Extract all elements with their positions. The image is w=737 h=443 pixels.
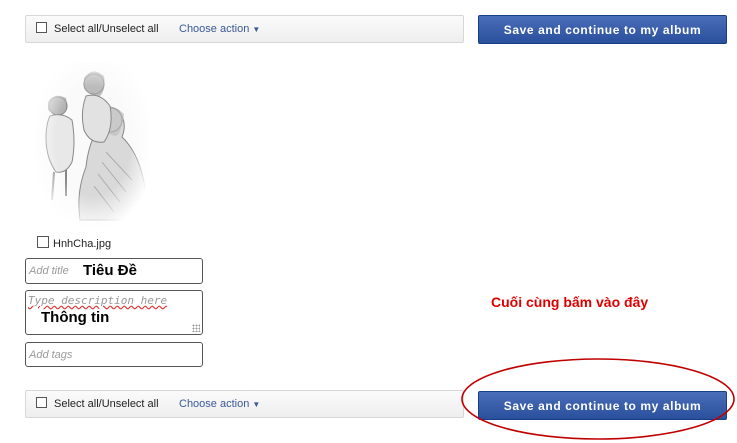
- choose-action-label: Choose action: [179, 23, 250, 35]
- description-textarea[interactable]: Type description here Thông tin: [25, 290, 203, 335]
- choose-action-dropdown[interactable]: Choose action ▼: [179, 23, 260, 35]
- photo-select-checkbox[interactable]: [37, 236, 49, 248]
- save-continue-button-bottom[interactable]: Save and continue to my album: [478, 391, 727, 420]
- description-value: Thông tin: [41, 309, 110, 326]
- bottom-toolbar: Select all/Unselect all Choose action ▼: [25, 390, 464, 418]
- title-placeholder: Add title: [29, 265, 69, 277]
- select-all-label[interactable]: Select all/Unselect all: [54, 23, 159, 35]
- caret-down-icon: ▼: [252, 25, 261, 34]
- save-continue-button-top[interactable]: Save and continue to my album: [478, 15, 727, 44]
- photo-filename: HnhCha.jpg: [53, 238, 112, 250]
- description-placeholder: Type description here: [28, 294, 168, 307]
- save-continue-label: Save and continue to my album: [503, 22, 702, 37]
- caret-down-icon: ▼: [252, 400, 261, 409]
- select-all-checkbox[interactable]: [36, 397, 47, 408]
- select-all-label[interactable]: Select all/Unselect all: [54, 398, 159, 410]
- tags-input[interactable]: Add tags: [25, 342, 203, 367]
- resize-handle-icon[interactable]: [192, 324, 200, 332]
- save-continue-label: Save and continue to my album: [503, 398, 702, 413]
- tags-placeholder: Add tags: [29, 349, 73, 361]
- title-input[interactable]: Add title Tiêu Đề: [25, 258, 203, 284]
- photo-sketch-image: [36, 62, 150, 227]
- annotation-text: Cuối cùng bấm vào đây: [491, 294, 649, 310]
- choose-action-label: Choose action: [179, 398, 250, 410]
- title-value: Tiêu Đề: [83, 262, 137, 279]
- photo-thumbnail[interactable]: [36, 62, 150, 227]
- choose-action-dropdown[interactable]: Choose action ▼: [179, 398, 260, 410]
- top-toolbar: Select all/Unselect all Choose action ▼: [25, 15, 464, 43]
- select-all-checkbox[interactable]: [36, 22, 47, 33]
